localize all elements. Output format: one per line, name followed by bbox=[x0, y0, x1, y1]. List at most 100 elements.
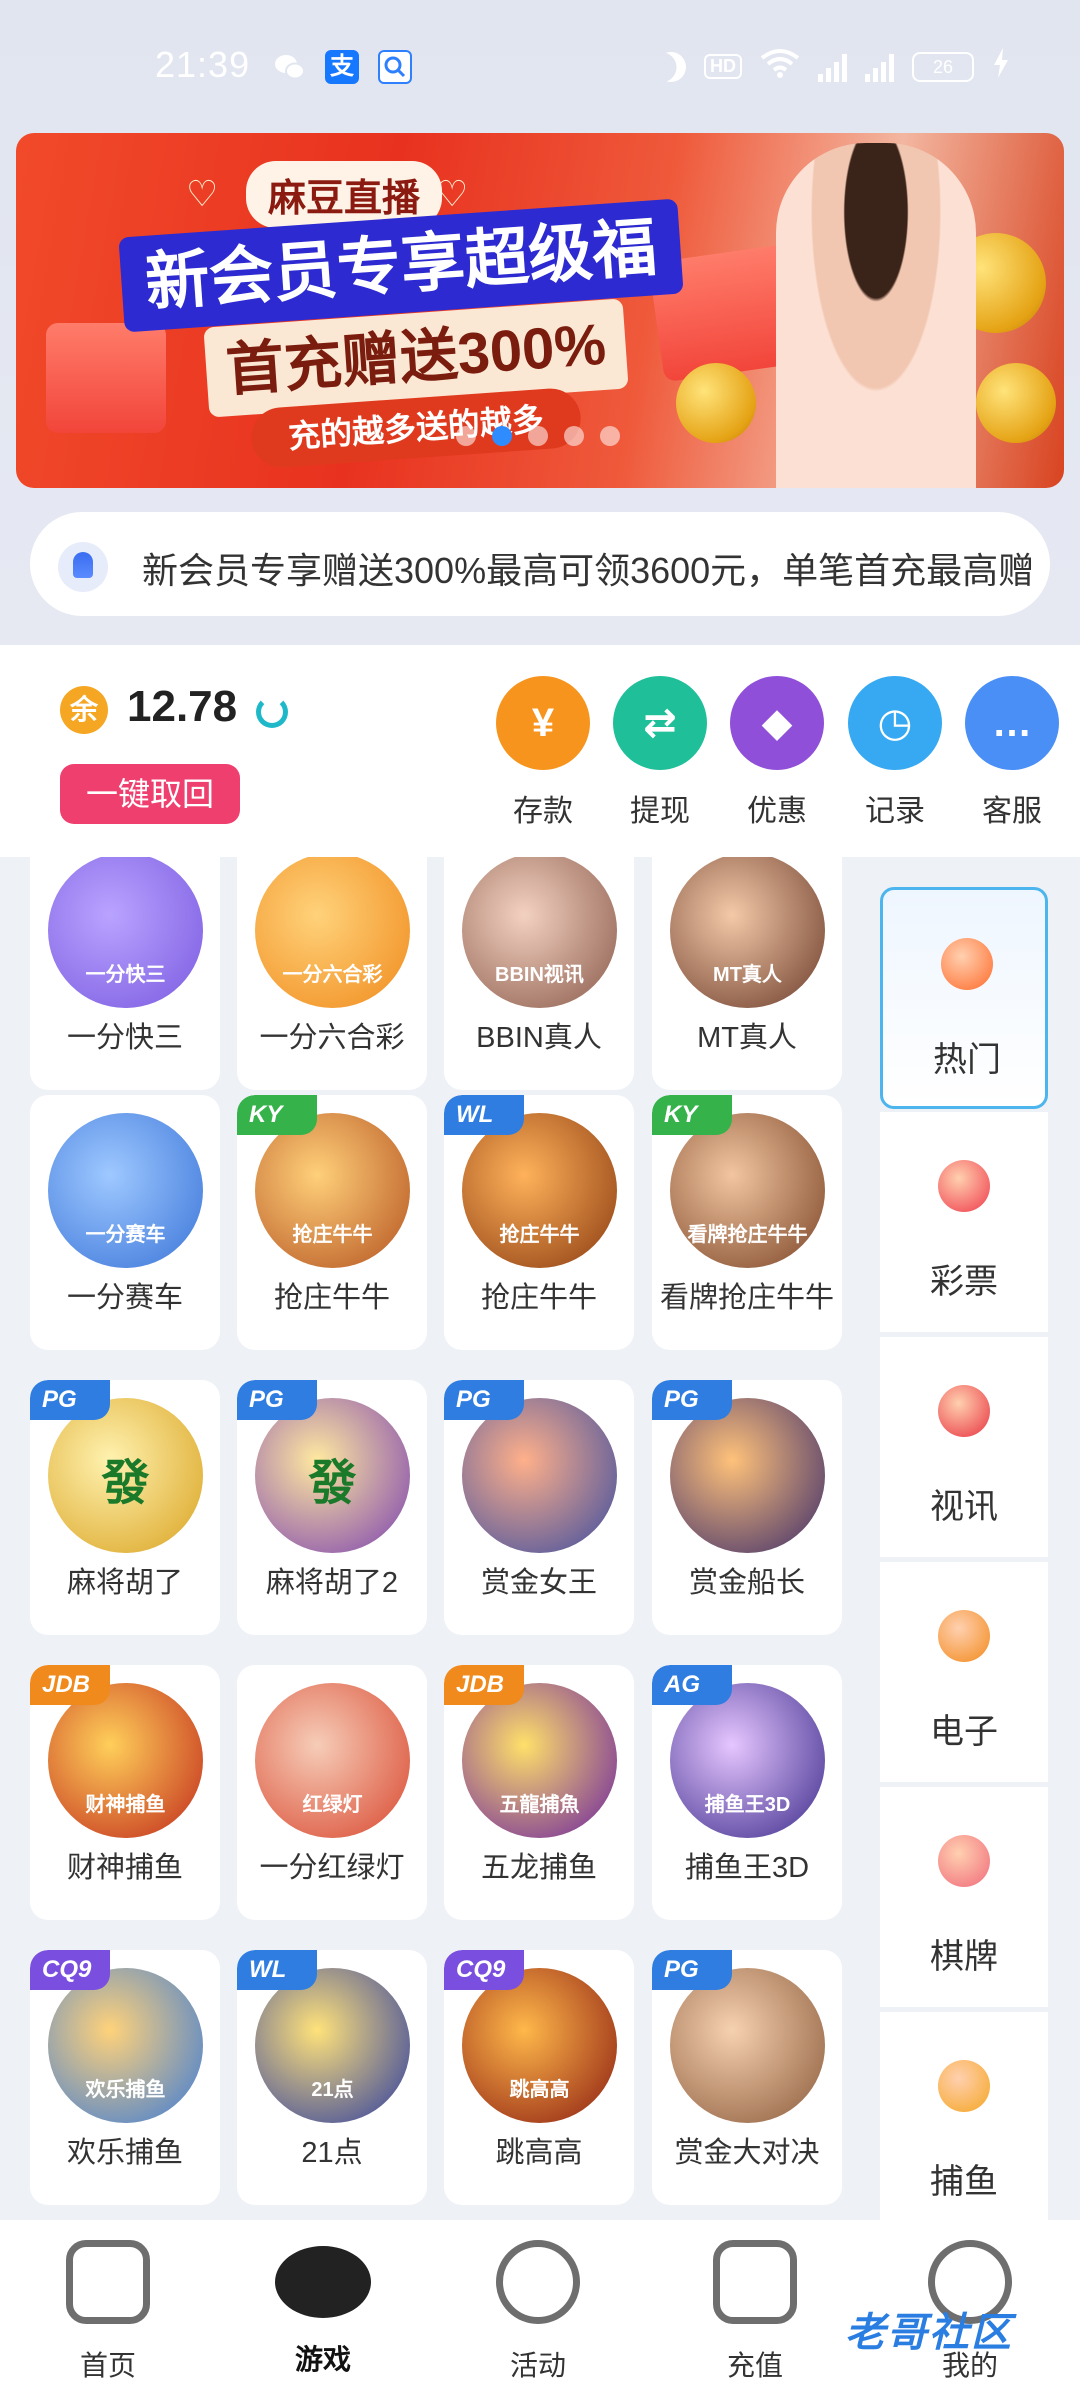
home-icon bbox=[66, 2240, 150, 2324]
game-thumbnail-label: 跳高高 bbox=[509, 2079, 570, 2101]
fire-icon bbox=[941, 938, 993, 990]
provider-badge: PG bbox=[652, 1950, 732, 1990]
announcement-text: 新会员专享赠送300%最高可领3600元，单笔首充最高赠 bbox=[142, 550, 1032, 591]
game-thumbnail bbox=[670, 1968, 825, 2123]
game-card[interactable]: 财神捕鱼 JDB 财神捕鱼 bbox=[30, 1665, 220, 1920]
nav-gamepad[interactable]: 游戏 bbox=[253, 2240, 393, 2378]
game-name: 麻将胡了 bbox=[66, 1567, 183, 1599]
chat-icon: … bbox=[965, 676, 1059, 770]
game-thumbnail: 發 bbox=[255, 1398, 410, 1553]
action-label: 记录 bbox=[865, 795, 925, 828]
game-card[interactable]: 跳高高 CQ9 跳高高 bbox=[444, 1950, 634, 2205]
yen-icon: ¥ bbox=[496, 676, 590, 770]
status-time: 21:39 bbox=[155, 44, 251, 85]
refresh-icon[interactable] bbox=[256, 696, 288, 728]
provider-badge: WL bbox=[237, 1950, 317, 1990]
nav-label: 充值 bbox=[726, 2350, 783, 2381]
game-card[interactable]: 抢庄牛牛 KY 抢庄牛牛 bbox=[237, 1095, 427, 1350]
hd-icon: HD bbox=[704, 54, 742, 79]
category-lottery-ball[interactable]: 彩票 bbox=[880, 1112, 1048, 1334]
game-card[interactable]: 欢乐捕鱼 CQ9 欢乐捕鱼 bbox=[30, 1950, 220, 2205]
game-card[interactable]: 發 PG 麻将胡了 bbox=[30, 1380, 220, 1635]
banner-model-image bbox=[776, 143, 976, 488]
game-thumbnail-label: 五龍捕魚 bbox=[499, 1794, 580, 1816]
game-thumbnail: 看牌抢庄牛牛 bbox=[670, 1113, 825, 1268]
provider-badge: PG bbox=[237, 1380, 317, 1420]
category-slot-seven[interactable]: 电子 bbox=[880, 1562, 1048, 1784]
promo-banner[interactable]: ♡ ♡ 麻豆直播 新会员专享超级福利 首充赠送300% 充的越多送的越多 bbox=[16, 133, 1064, 488]
game-card[interactable]: 捕鱼王3D AG 捕鱼王3D bbox=[652, 1665, 842, 1920]
pagination-dot-active[interactable] bbox=[492, 426, 512, 446]
provider-badge: WL bbox=[444, 1095, 524, 1135]
provider-badge: KY bbox=[237, 1095, 317, 1135]
alipay-icon: 支 bbox=[325, 50, 359, 84]
game-card[interactable]: 發 PG 麻将胡了2 bbox=[237, 1380, 427, 1635]
moon-icon bbox=[652, 47, 690, 85]
action-label: 客服 bbox=[982, 795, 1042, 828]
game-name: BBIN真人 bbox=[476, 1022, 602, 1054]
heart-icon: ♡ bbox=[186, 173, 219, 214]
game-card[interactable]: 一分六合彩 一分六合彩 bbox=[237, 857, 427, 1090]
action-tag[interactable]: ◆ 优惠 bbox=[727, 676, 827, 830]
status-indicators: HD 26 bbox=[656, 48, 1010, 85]
withdraw-all-button[interactable]: 一键取回 bbox=[60, 764, 240, 824]
category-fish[interactable]: 捕鱼 bbox=[880, 2012, 1048, 2220]
wallet-icon bbox=[713, 2240, 797, 2324]
game-card[interactable]: BBIN视讯 BBIN真人 bbox=[444, 857, 634, 1090]
banner-pagination[interactable] bbox=[456, 426, 620, 446]
pagination-dot[interactable] bbox=[564, 426, 584, 446]
game-card[interactable]: 五龍捕魚 JDB 五龙捕鱼 bbox=[444, 1665, 634, 1920]
action-label: 优惠 bbox=[747, 795, 807, 828]
nav-flag[interactable]: 活动 bbox=[468, 2240, 608, 2384]
announcement-marquee[interactable]: 新会员专享赠送300%最高可领3600元，单笔首充最高赠 bbox=[30, 512, 1050, 616]
charging-icon bbox=[992, 48, 1010, 85]
game-thumbnail: BBIN视讯 bbox=[462, 857, 617, 1008]
game-name: 五龙捕鱼 bbox=[480, 1852, 597, 1884]
pagination-dot[interactable] bbox=[528, 426, 548, 446]
game-grid: 一分快三 一分快三 一分六合彩 一分六合彩 BBIN视讯 BBIN真人 MT真人 MT真人一分… bbox=[0, 857, 860, 2220]
game-name: MT真人 bbox=[697, 1022, 797, 1054]
game-card[interactable]: 一分赛车 一分赛车 bbox=[30, 1095, 220, 1350]
provider-badge: KY bbox=[652, 1095, 732, 1135]
action-chat[interactable]: … 客服 bbox=[962, 676, 1062, 830]
game-name: 财神捕鱼 bbox=[66, 1852, 183, 1884]
game-thumbnail-label: 捕鱼王3D bbox=[704, 1794, 791, 1816]
game-thumbnail: 欢乐捕鱼 bbox=[48, 1968, 203, 2123]
category-label: 视讯 bbox=[930, 1488, 998, 1526]
game-name: 抢庄牛牛 bbox=[480, 1282, 597, 1314]
balance-amount: 12.78 bbox=[127, 682, 238, 731]
game-card[interactable]: PG 赏金船长 bbox=[652, 1380, 842, 1635]
game-thumbnail: 跳高高 bbox=[462, 1968, 617, 2123]
action-yen[interactable]: ¥ 存款 bbox=[493, 676, 593, 830]
category-fire[interactable]: 热门 bbox=[880, 887, 1048, 1109]
provider-badge: CQ9 bbox=[30, 1950, 110, 1990]
nav-label: 首页 bbox=[79, 2350, 136, 2381]
action-transfer[interactable]: ⇄ 提现 bbox=[610, 676, 710, 830]
game-card[interactable]: MT真人 MT真人 bbox=[652, 857, 842, 1090]
category-label: 捕鱼 bbox=[930, 2163, 998, 2201]
category-chip[interactable]: 视讯 bbox=[880, 1337, 1048, 1559]
transfer-icon: ⇄ bbox=[613, 676, 707, 770]
game-card[interactable]: 一分快三 一分快三 bbox=[30, 857, 220, 1090]
pagination-dot[interactable] bbox=[600, 426, 620, 446]
game-name: 一分红绿灯 bbox=[259, 1852, 405, 1884]
game-card[interactable]: 红绿灯 一分红绿灯 bbox=[237, 1665, 427, 1920]
game-thumbnail-label: 抢庄牛牛 bbox=[499, 1224, 580, 1246]
game-card[interactable]: 看牌抢庄牛牛 KY 看牌抢庄牛牛 bbox=[652, 1095, 842, 1350]
pagination-dot[interactable] bbox=[456, 426, 476, 446]
lottery-ball-icon bbox=[938, 1160, 990, 1212]
game-thumbnail-label: 一分赛车 bbox=[85, 1224, 166, 1246]
game-card[interactable]: 抢庄牛牛 WL 抢庄牛牛 bbox=[444, 1095, 634, 1350]
game-card[interactable]: PG 赏金大对决 bbox=[652, 1950, 842, 2205]
category-label: 电子 bbox=[930, 1713, 998, 1751]
game-card[interactable]: 21点 WL 21点 bbox=[237, 1950, 427, 2205]
nav-home[interactable]: 首页 bbox=[38, 2240, 178, 2384]
game-thumbnail-label: 抢庄牛牛 bbox=[292, 1224, 373, 1246]
game-name: 赏金船长 bbox=[688, 1567, 805, 1599]
nav-wallet[interactable]: 充值 bbox=[685, 2240, 825, 2384]
action-clock[interactable]: ◷ 记录 bbox=[845, 676, 945, 830]
flag-icon bbox=[496, 2240, 580, 2324]
category-cards[interactable]: 棋牌 bbox=[880, 1787, 1048, 2009]
game-card[interactable]: PG 赏金女王 bbox=[444, 1380, 634, 1635]
game-thumbnail: 红绿灯 bbox=[255, 1683, 410, 1838]
